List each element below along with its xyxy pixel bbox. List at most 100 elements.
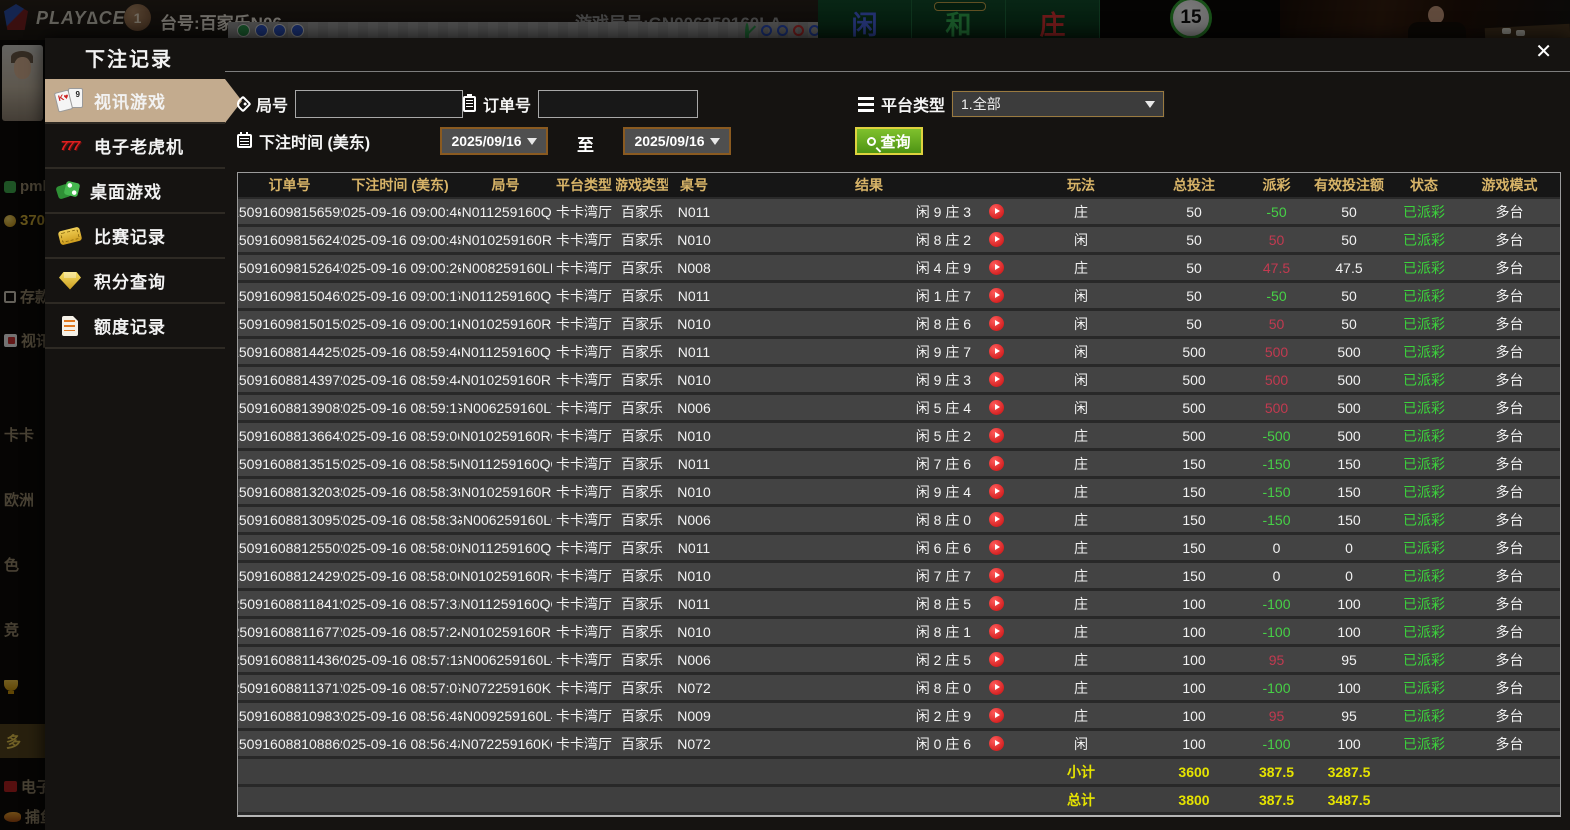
cell-round-no: GN011259160QS xyxy=(459,287,552,304)
sidebar-item-label: 电子老虎机 xyxy=(94,138,184,157)
round-no-input[interactable] xyxy=(295,90,464,118)
sidebar-item-label: 额度记录 xyxy=(94,318,166,337)
modal-titlebar: 下注记录 ✕ xyxy=(45,38,1570,71)
replay-play-icon[interactable] xyxy=(989,428,1004,443)
replay-play-icon[interactable] xyxy=(989,596,1004,611)
replay-play-icon[interactable] xyxy=(989,232,1004,247)
platform-type-select[interactable]: 1.全部 xyxy=(951,90,1166,118)
date-to-picker[interactable]: 2025/09/16 xyxy=(623,127,731,155)
result-text: 闲 7 庄 6 xyxy=(915,455,971,472)
replay-play-icon[interactable] xyxy=(989,400,1004,415)
replay-play-icon[interactable] xyxy=(989,484,1004,499)
replay-play-icon[interactable] xyxy=(989,512,1004,527)
query-button-label: 查询 xyxy=(880,133,911,151)
bet-record-row: 2509160881167772025-09-16 08:57:24GN0102… xyxy=(238,619,1560,647)
cell-bet-time: 2025-09-16 09:00:16 xyxy=(341,315,459,332)
cell-table-no: N011 xyxy=(677,343,711,360)
cell-valid-bet: 47.5 xyxy=(1335,259,1363,276)
replay-play-icon[interactable] xyxy=(989,540,1004,555)
sidebar-item-quota-records[interactable]: 额度记录 xyxy=(45,304,225,349)
bet-record-row: 2509160981526462025-09-16 09:00:26GN0082… xyxy=(238,255,1560,283)
cell-bet-side: 庄 xyxy=(1074,679,1088,696)
cell-footer-total-bet: 3800 xyxy=(1178,791,1210,808)
date-from-picker[interactable]: 2025/09/16 xyxy=(440,127,548,155)
cell-bet-side: 闲 xyxy=(1074,315,1088,332)
cell-valid-bet: 100 xyxy=(1337,623,1361,640)
bet-record-row: 2509160881184152025-09-16 08:57:31GN0112… xyxy=(238,591,1560,619)
cell-round-no: GN010259160RO xyxy=(459,567,552,584)
cell-payout: 47.5 xyxy=(1262,259,1291,276)
cell-round-no: GN008259160LN xyxy=(459,259,552,276)
replay-play-icon[interactable] xyxy=(989,260,1004,275)
cell-bet-time: 2025-09-16 08:57:31 xyxy=(341,595,459,612)
sidebar-item-video-games[interactable]: 9 K♥ 视讯游戏 xyxy=(45,78,242,124)
cell-total-bet: 150 xyxy=(1182,539,1206,556)
cell-game-type: 百家乐 xyxy=(621,623,663,640)
cell-bet-time: 2025-09-16 08:59:06 xyxy=(341,427,459,444)
replay-play-icon[interactable] xyxy=(989,652,1004,667)
cell-total-bet: 100 xyxy=(1182,651,1206,668)
cell-order-no: 250916088130957 xyxy=(238,511,341,528)
close-icon[interactable]: ✕ xyxy=(1535,42,1552,62)
column-header: 状态 xyxy=(1410,177,1438,193)
replay-play-icon[interactable] xyxy=(989,344,1004,359)
cell-result: 闲 4 庄 9 xyxy=(720,255,1018,280)
replay-play-icon[interactable] xyxy=(989,204,1004,219)
replay-play-icon[interactable] xyxy=(989,708,1004,723)
order-no-input[interactable] xyxy=(538,90,699,118)
cell-round-no: GN072259160KP xyxy=(459,679,552,696)
replay-play-icon[interactable] xyxy=(989,372,1004,387)
sidebar-item-points-query[interactable]: 积分查询 xyxy=(45,259,225,304)
replay-play-icon[interactable] xyxy=(989,316,1004,331)
cell-game-type: 百家乐 xyxy=(621,343,663,360)
cell-order-no: 250916088139085 xyxy=(238,399,341,416)
sidebar-item-slots[interactable]: 777 电子老虎机 xyxy=(45,124,225,169)
cell-total-bet: 100 xyxy=(1182,623,1206,640)
sidebar-item-match-records[interactable]: 比赛记录 xyxy=(45,214,225,259)
cell-bet-time: 2025-09-16 09:00:46 xyxy=(341,203,459,220)
cell-order-no: 250916088124292 xyxy=(238,567,341,584)
cell-order-no: 250916088116777 xyxy=(238,623,341,640)
order-no-label: 订单号 xyxy=(483,98,532,115)
query-button[interactable]: 查询 xyxy=(855,127,923,155)
cell-table-no: N006 xyxy=(677,651,711,668)
cell-bet-time: 2025-09-16 08:58:39 xyxy=(341,483,459,500)
bet-records-table: 订单号 下注时间 (美东) 局号 平台类型 游戏类型 桌号 结果 玩法 总投注 派彩 有效投注额 状态… xyxy=(237,172,1561,817)
bet-record-row: 2509160881098372025-09-16 08:56:48GN0092… xyxy=(238,703,1560,731)
cell-order-no: 250916088108860 xyxy=(238,735,341,752)
cell-round-no: GN006259160L7 xyxy=(459,399,552,416)
cell-bet-time: 2025-09-16 08:58:00 xyxy=(341,567,459,584)
cell-total-bet: 100 xyxy=(1182,679,1206,696)
cell-total-bet: 150 xyxy=(1182,511,1206,528)
slot-machine-icon: 777 xyxy=(60,138,81,153)
cell-bet-time: 2025-09-16 08:58:05 xyxy=(341,539,459,556)
cell-payout: -100 xyxy=(1262,735,1291,752)
bet-record-row: 2509160881309572025-09-16 08:58:34GN0062… xyxy=(238,507,1560,535)
cell-empty xyxy=(341,759,459,784)
total-row: 总计 3800 387.5 3487.5 xyxy=(238,787,1560,815)
replay-play-icon[interactable] xyxy=(989,736,1004,751)
cell-game-type: 百家乐 xyxy=(621,203,663,220)
cell-bet-side: 闲 xyxy=(1074,287,1088,304)
cell-order-no: 250916088132034 xyxy=(238,483,341,500)
cell-result: 闲 8 庄 5 xyxy=(720,591,1018,616)
cell-table-no: N011 xyxy=(677,539,711,556)
cell-result: 闲 8 庄 6 xyxy=(720,311,1018,336)
cell-status: 已派彩 xyxy=(1403,567,1445,584)
cell-valid-bet: 50 xyxy=(1341,287,1357,304)
replay-play-icon[interactable] xyxy=(989,680,1004,695)
sidebar-item-table-games[interactable]: 桌面游戏 xyxy=(45,169,225,214)
cell-valid-bet: 500 xyxy=(1337,427,1361,444)
cell-status: 已派彩 xyxy=(1403,203,1445,220)
replay-play-icon[interactable] xyxy=(989,568,1004,583)
cell-round-no: GN010259160RQ xyxy=(459,427,552,444)
replay-play-icon[interactable] xyxy=(989,288,1004,303)
replay-play-icon[interactable] xyxy=(989,456,1004,471)
cell-table-no: N072 xyxy=(677,679,711,696)
cell-order-no: 250916088114360 xyxy=(238,651,341,668)
cell-payout: 50 xyxy=(1268,231,1285,248)
column-header: 局号 xyxy=(491,177,520,193)
replay-play-icon[interactable] xyxy=(989,624,1004,639)
cell-bet-side: 庄 xyxy=(1074,707,1088,724)
cell-result: 闲 5 庄 2 xyxy=(720,423,1018,448)
